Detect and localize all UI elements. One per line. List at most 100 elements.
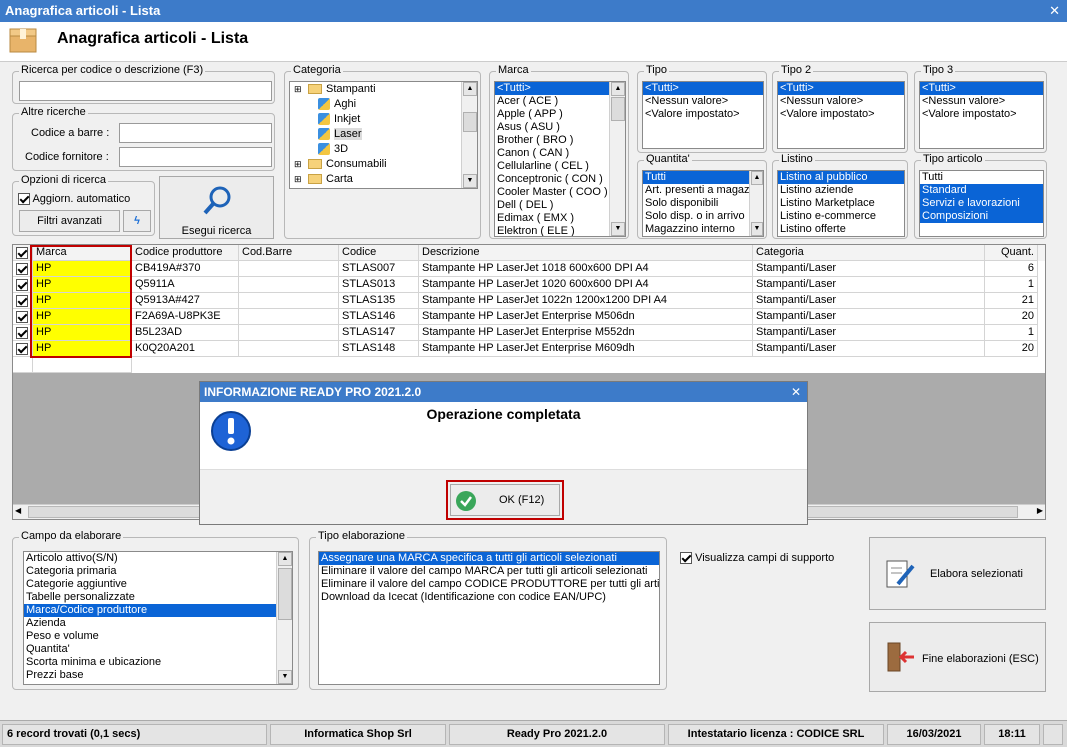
brand-item[interactable]: Apple ( APP )	[495, 108, 625, 121]
cell-cod_prod[interactable]: B5L23AD	[132, 325, 239, 341]
processing-type-item[interactable]: Assegnare una MARCA specifica a tutti gl…	[319, 552, 659, 565]
tree-node[interactable]: ⊞ Consumabili	[290, 157, 477, 172]
quantity-item[interactable]: Tutti	[643, 171, 763, 184]
field-item[interactable]: Quantita'	[24, 643, 292, 656]
brand-item[interactable]: Dell ( DEL )	[495, 199, 625, 212]
table-row[interactable]: HP B5L23AD STLAS147 Stampante HP LaserJet E…	[13, 325, 1045, 341]
brand-item[interactable]: Canon ( CAN )	[495, 147, 625, 160]
field-scrollbar[interactable]: ▲ ▼	[276, 552, 292, 684]
processing-type-list[interactable]: Assegnare una MARCA specifica a tutti gl…	[318, 551, 660, 685]
brand-item[interactable]: Elektron ( ELE )	[495, 225, 625, 236]
field-item[interactable]: Categoria primaria	[24, 565, 292, 578]
expand-icon[interactable]: ⊞	[294, 172, 304, 187]
price-list-item[interactable]: Listino al pubblico	[778, 171, 904, 184]
type3-item[interactable]: <Valore impostato>	[920, 108, 1043, 121]
cell-descr[interactable]: Stampante HP LaserJet 1018 600x600 DPI A…	[419, 261, 753, 277]
tree-node[interactable]: 3D	[290, 142, 477, 157]
auto-update-checkbox[interactable]: Aggiorn. automatico	[18, 193, 130, 206]
scroll-right-icon[interactable]: ▶	[1037, 506, 1043, 515]
type-item[interactable]: <Nessun valore>	[643, 95, 763, 108]
cell-cod_prod[interactable]: CB419A#370	[132, 261, 239, 277]
supplier-code-input[interactable]	[119, 147, 272, 167]
article-type-item[interactable]: Servizi e lavorazioni	[920, 197, 1043, 210]
grid-new-row[interactable]	[13, 357, 1045, 373]
cell-cod_prod[interactable]: Q5913A#427	[132, 293, 239, 309]
tree-node[interactable]: ⊞ Stampanti	[290, 82, 477, 97]
quantity-scrollbar[interactable]: ▲ ▼	[749, 171, 763, 236]
scroll-down-icon[interactable]: ▼	[278, 670, 292, 684]
cell-descr[interactable]: Stampante HP LaserJet Enterprise M552dn	[419, 325, 753, 341]
price-list-item[interactable]: Listino Marketplace	[778, 197, 904, 210]
table-row[interactable]: HP K0Q20A201 STLAS148 Stampante HP LaserJet…	[13, 341, 1045, 357]
field-item[interactable]: Tabelle personalizzate	[24, 591, 292, 604]
table-row[interactable]: HP Q5913A#427 STLAS135 Stampante HP LaserJe…	[13, 293, 1045, 309]
price-list-item[interactable]: Listino offerte	[778, 223, 904, 236]
type2-item[interactable]: <Valore impostato>	[778, 108, 904, 121]
brand-item[interactable]: Cooler Master ( COO )	[495, 186, 625, 199]
price-list-item[interactable]: Listino e-commerce	[778, 210, 904, 223]
table-row[interactable]: HP Q5911A STLAS013 Stampante HP LaserJet 10…	[13, 277, 1045, 293]
tree-node[interactable]: ⊞ Carta	[290, 172, 477, 187]
cell-descr[interactable]: Stampante HP LaserJet 1020 600x600 DPI A…	[419, 277, 753, 293]
cell-descr[interactable]: Stampante HP LaserJet Enterprise M506dn	[419, 309, 753, 325]
article-type-item[interactable]: Composizioni	[920, 210, 1043, 223]
cell-cod_prod[interactable]: F2A69A-U8PK3E	[132, 309, 239, 325]
scroll-up-icon[interactable]: ▲	[463, 82, 477, 96]
col-descrizione[interactable]: Descrizione	[419, 245, 753, 261]
scroll-down-icon[interactable]: ▼	[463, 174, 477, 188]
expand-icon[interactable]: ⊞	[294, 157, 304, 172]
cell-codice[interactable]: STLAS148	[339, 341, 419, 357]
type-item[interactable]: <Valore impostato>	[643, 108, 763, 121]
cell-cat[interactable]: Stampanti/Laser	[753, 277, 985, 293]
brand-item[interactable]: Cellularline ( CEL )	[495, 160, 625, 173]
scroll-down-icon[interactable]: ▼	[611, 222, 625, 236]
cell-cod_prod[interactable]: K0Q20A201	[132, 341, 239, 357]
brand-item[interactable]: Asus ( ASU )	[495, 121, 625, 134]
type2-list[interactable]: <Tutti> <Nessun valore> <Valore impostato>	[777, 81, 905, 149]
category-tree[interactable]: ⊞ Stampanti Aghi Inkjet Laser 3D ⊞ Consumabili ⊞…	[289, 81, 478, 189]
col-categoria[interactable]: Categoria	[753, 245, 985, 261]
type-list[interactable]: <Tutti> <Nessun valore> <Valore impostato>	[642, 81, 764, 149]
advanced-filters-button[interactable]: Filtri avanzati	[19, 210, 120, 232]
quantity-item[interactable]: Solo disp. o in arrivo	[643, 210, 763, 223]
cell-qty[interactable]: 20	[985, 309, 1038, 325]
processing-type-item[interactable]: Eliminare il valore del campo MARCA per …	[319, 565, 659, 578]
window-close-icon[interactable]: ✕	[1049, 3, 1060, 19]
table-row[interactable]: HP CB419A#370 STLAS007 Stampante HP LaserJe…	[13, 261, 1045, 277]
cell-descr[interactable]: Stampante HP LaserJet 1022n 1200x1200 DP…	[419, 293, 753, 309]
dialog-close-icon[interactable]: ✕	[791, 385, 801, 399]
cell-cat[interactable]: Stampanti/Laser	[753, 325, 985, 341]
cell-barre[interactable]	[239, 325, 339, 341]
field-item[interactable]: Marca/Codice produttore	[24, 604, 292, 617]
quantity-item[interactable]: Art. presenti a magazzino	[643, 184, 763, 197]
cell-cat[interactable]: Stampanti/Laser	[753, 261, 985, 277]
cell-qty[interactable]: 20	[985, 341, 1038, 357]
type3-list[interactable]: <Tutti> <Nessun valore> <Valore impostato>	[919, 81, 1044, 149]
brand-item[interactable]: Brother ( BRO )	[495, 134, 625, 147]
brand-item[interactable]: Acer ( ACE )	[495, 95, 625, 108]
cell-codice[interactable]: STLAS146	[339, 309, 419, 325]
scroll-up-icon[interactable]: ▲	[278, 552, 292, 566]
cell-codice[interactable]: STLAS013	[339, 277, 419, 293]
field-to-process-list[interactable]: Articolo attivo(S/N) Categoria primaria Ca…	[23, 551, 293, 685]
article-type-item[interactable]: Standard	[920, 184, 1043, 197]
article-type-list[interactable]: Tutti Standard Servizi e lavorazioni Compos…	[919, 170, 1044, 237]
scroll-thumb[interactable]	[611, 97, 625, 121]
table-row[interactable]: HP F2A69A-U8PK3E STLAS146 Stampante HP Lase…	[13, 309, 1045, 325]
cell-codice[interactable]: STLAS007	[339, 261, 419, 277]
process-selected-button[interactable]: Elabora selezionati	[869, 537, 1046, 610]
processing-type-item[interactable]: Download da Icecat (Identificazione con …	[319, 591, 659, 604]
type2-item[interactable]: <Tutti>	[778, 82, 904, 95]
col-quantita[interactable]: Quant.	[985, 245, 1038, 261]
type2-item[interactable]: <Nessun valore>	[778, 95, 904, 108]
cell-barre[interactable]	[239, 341, 339, 357]
ok-button[interactable]: OK (F12)	[450, 484, 560, 516]
type3-item[interactable]: <Nessun valore>	[920, 95, 1043, 108]
field-item[interactable]: Prezzi base	[24, 669, 292, 682]
cell-qty[interactable]: 1	[985, 277, 1038, 293]
brand-item[interactable]: <Tutti>	[495, 82, 625, 95]
quantity-item[interactable]: Magazzino interno	[643, 223, 763, 236]
brand-list[interactable]: <Tutti> Acer ( ACE ) Apple ( APP ) Asus ( A…	[494, 81, 626, 237]
scroll-thumb[interactable]	[278, 568, 292, 620]
brand-scrollbar[interactable]: ▲ ▼	[609, 82, 625, 236]
